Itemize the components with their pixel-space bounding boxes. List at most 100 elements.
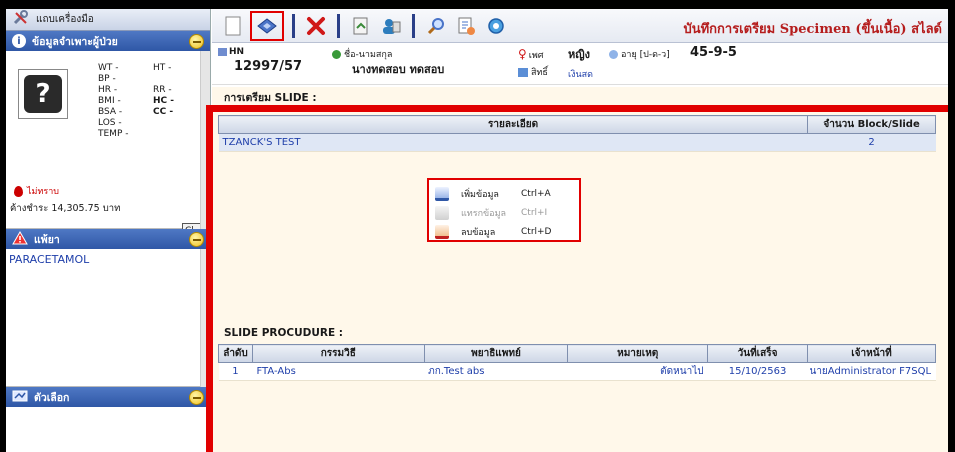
delete-row-icon — [435, 224, 449, 239]
vital-value: BSA - — [98, 107, 123, 117]
hn-label: HN — [218, 47, 244, 57]
name-label: ชื่อ-นามสกุล — [332, 47, 392, 61]
menu-shortcut: Ctrl+D — [521, 226, 552, 237]
patient-scrollbar[interactable] — [200, 51, 210, 229]
warning-icon — [12, 230, 28, 248]
slide-detail[interactable]: TZANCK'S TEST — [218, 133, 808, 152]
allergy-item: PARACETAMOL — [9, 253, 90, 266]
card-icon — [218, 47, 227, 56]
options-icon — [12, 389, 28, 406]
settings-icon[interactable] — [483, 13, 509, 39]
procedure-table: ลำดับ กรรมวิธี พยาธิแพทย์ หมายเหตุ วันที… — [218, 344, 937, 381]
menu-shortcut: Ctrl+I — [521, 207, 548, 218]
add-icon — [435, 186, 449, 201]
toolbar: บันทึกการเตรียม Specimen (ขึ้นเนื้อ) สไล… — [212, 9, 948, 43]
age-value: 45-9-5 — [690, 45, 737, 60]
debt-amount: ค้างชำระ 14,305.75 บาท — [10, 203, 121, 214]
save-icon[interactable] — [348, 13, 374, 39]
table-row[interactable]: 1 FTA-Abs ภก.Test abs ตัดหนาไป 15/10/256… — [218, 362, 936, 381]
column-header[interactable]: พยาธิแพทย์ — [423, 344, 569, 363]
options-list — [6, 407, 210, 452]
column-header[interactable]: รายละเอียด — [217, 115, 809, 134]
toolbar-separator — [337, 13, 340, 38]
vitals-list: WT - HT - BP - HR - RR - BMI - HC - BSA - CC… — [98, 63, 208, 140]
slide-count[interactable]: 2 — [807, 133, 936, 152]
column-header[interactable]: เจ้าหน้าที่ — [806, 344, 937, 363]
collapse-icon[interactable] — [189, 390, 204, 405]
toolbar-separator — [292, 13, 295, 38]
column-header[interactable]: ลำดับ — [218, 344, 253, 363]
vital-value: LOS - — [98, 118, 122, 128]
vitals-row: BP - — [98, 74, 208, 85]
allergy-scrollbar[interactable] — [200, 249, 210, 387]
toolbox-header[interactable]: แถบเครื่องมือ — [6, 9, 210, 31]
table-row[interactable]: TZANCK'S TEST 2 — [218, 133, 936, 152]
note-cell[interactable]: ตัดหนาไป — [567, 362, 708, 381]
page-title: บันทึกการเตรียม Specimen (ขึ้นเนื้อ) สไล… — [683, 22, 942, 37]
specimen-content: การเตรียม SLIDE : รายละเอียด จำนวน Block… — [206, 87, 948, 452]
patient-panel-header[interactable]: i ข้อมูลจำเพาะผู้ป่วย — [6, 31, 210, 51]
context-menu-delete[interactable]: ลบข้อมูล Ctrl+D — [435, 222, 573, 241]
patient-info-bar: HN 12997/57 ชื่อ-นามสกุล นางทดสอบ ทดสอบ … — [212, 43, 948, 85]
left-sidebar: แถบเครื่องมือ i ข้อมูลจำเพาะผู้ป่วย ? WT… — [6, 9, 211, 452]
new-document-icon[interactable] — [220, 13, 246, 39]
toolbar-separator — [412, 13, 415, 38]
vitals-row: TEMP - — [98, 129, 208, 140]
sex-label: ♀ เพศ — [518, 47, 544, 61]
female-icon: ♀ — [518, 47, 527, 61]
vitals-row: BMI - HC - — [98, 96, 208, 107]
person-icon — [332, 50, 341, 59]
column-header[interactable]: กรรมวิธี — [251, 344, 425, 363]
method-cell[interactable]: FTA-Abs — [252, 362, 425, 381]
insert-icon — [435, 205, 449, 220]
rights-icon — [518, 68, 528, 77]
report-icon[interactable] — [453, 13, 479, 39]
allergy-panel-header[interactable]: แพ้ยา — [6, 229, 210, 249]
highlight-box — [206, 105, 948, 452]
tools-icon — [12, 10, 30, 29]
column-header[interactable]: จำนวน Block/Slide — [807, 115, 936, 134]
column-header[interactable]: วันที่เสร็จ — [707, 344, 808, 363]
staff-cell[interactable]: นายAdministrator F7SQL — [807, 362, 936, 381]
slide-table: รายละเอียด จำนวน Block/Slide TZANCK'S TE… — [217, 115, 936, 152]
options-panel-header[interactable]: ตัวเลือก — [6, 387, 210, 407]
name-value: นางทดสอบ ทดสอบ — [352, 63, 445, 76]
blood-group: ไม่ทราบ — [14, 184, 59, 198]
vitals-row: HR - RR - — [98, 85, 208, 96]
rights-value: เงินสด — [568, 70, 593, 80]
patient-summary: ? WT - HT - BP - HR - RR - BMI - HC - BSA -… — [6, 51, 210, 239]
allergy-panel-title: แพ้ยา — [34, 233, 60, 246]
context-menu-add[interactable]: เพิ่มข้อมูล Ctrl+A — [435, 184, 573, 203]
vitals-row: LOS - — [98, 118, 208, 129]
user-icon[interactable] — [378, 13, 404, 39]
info-icon: i — [12, 34, 26, 48]
vital-value: BMI - — [98, 96, 121, 106]
options-panel-title: ตัวเลือก — [34, 391, 70, 404]
allergy-list: PARACETAMOL — [6, 249, 210, 387]
vitals-row: BSA - CC - — [98, 107, 208, 118]
collapse-icon[interactable] — [189, 232, 204, 247]
vital-value: BP - — [98, 74, 116, 84]
patient-panel-title: ข้อมูลจำเพาะผู้ป่วย — [32, 35, 118, 48]
age-label: อายุ [ป-ด-ว] — [609, 47, 670, 61]
row-number[interactable]: 1 — [218, 362, 253, 381]
vitals-row: WT - HT - — [98, 63, 208, 74]
main-area: บันทึกการเตรียม Specimen (ขึ้นเนื้อ) สไล… — [206, 9, 948, 452]
blood-group-value: ไม่ทราบ — [27, 187, 59, 197]
slide-section-title: การเตรียม SLIDE : — [224, 92, 317, 104]
context-menu: เพิ่มข้อมูล Ctrl+A แทรกข้อมูล Ctrl+I ลบข… — [427, 178, 581, 242]
menu-label: ลบข้อมูล — [461, 227, 496, 238]
menu-label: เพิ่มข้อมูล — [461, 189, 499, 200]
date-cell[interactable]: 15/10/2563 — [707, 362, 808, 381]
pathologist-cell[interactable]: ภก.Test abs — [424, 362, 568, 381]
edit-button[interactable] — [250, 10, 284, 41]
vital-value: TEMP - — [98, 129, 129, 139]
age-icon — [609, 50, 618, 59]
search-icon[interactable] — [423, 13, 449, 39]
collapse-icon[interactable] — [189, 34, 204, 49]
avatar: ? — [18, 69, 68, 119]
column-header[interactable]: หมายเหตุ — [567, 344, 709, 363]
context-menu-insert[interactable]: แทรกข้อมูล Ctrl+I — [435, 203, 573, 222]
delete-icon[interactable] — [303, 13, 329, 39]
vital-value: HR - — [98, 85, 118, 95]
